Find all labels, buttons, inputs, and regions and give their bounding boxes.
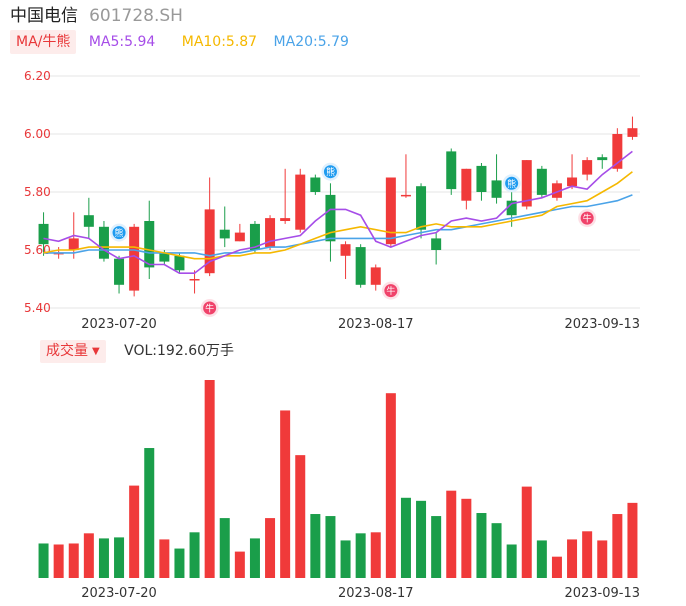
volume-bar-up: [521, 486, 532, 578]
volume-bar-down: [536, 540, 547, 578]
candle-down: [219, 229, 230, 239]
x-tick-label: 2023-09-13: [564, 317, 640, 332]
volume-bar-down: [249, 538, 260, 578]
volume-bar-up: [159, 539, 170, 578]
x-tick-label: 2023-07-20: [81, 586, 157, 601]
volume-bar-down: [219, 518, 230, 578]
signal-label: 牛: [583, 213, 592, 225]
signal-label: 熊: [507, 178, 516, 190]
candle-up: [582, 160, 593, 175]
volume-bar-up: [612, 514, 623, 578]
candle-down: [597, 157, 608, 161]
volume-bar-up: [627, 502, 638, 578]
candle-down: [310, 177, 321, 192]
volume-bar-down: [38, 543, 49, 578]
volume-bar-down: [144, 448, 155, 578]
volume-bar-up: [582, 531, 593, 578]
candle-down: [416, 186, 427, 230]
candle-up: [370, 267, 381, 285]
volume-bar-up: [551, 556, 562, 578]
candle-up: [340, 244, 351, 256]
x-tick-label: 2023-08-17: [338, 317, 414, 332]
candle-down: [491, 180, 502, 198]
candle-up: [234, 232, 245, 242]
volume-bar-up: [204, 380, 215, 578]
y-tick-label: 6.20: [24, 69, 51, 83]
volume-bar-up: [385, 393, 396, 578]
volume-bar-down: [98, 538, 109, 578]
volume-bar-up: [53, 544, 64, 578]
volume-bar-down: [310, 514, 321, 578]
volume-bar-up: [234, 551, 245, 578]
volume-bar-up: [68, 543, 79, 578]
volume-bar-up: [129, 485, 140, 578]
volume-bar-up: [370, 532, 381, 578]
candle-down: [98, 226, 109, 259]
y-tick-label: 5.80: [24, 185, 51, 199]
candle-up: [627, 128, 638, 137]
candle-down: [446, 151, 457, 190]
candle-down: [355, 247, 366, 285]
signal-label: 牛: [386, 285, 395, 297]
volume-bar-down: [476, 513, 487, 578]
x-tick-label: 2023-07-20: [81, 317, 157, 332]
candle-down: [431, 238, 442, 250]
x-tick-label: 2023-08-17: [338, 586, 414, 601]
signal-label: 熊: [115, 227, 124, 239]
candle-up: [280, 218, 291, 221]
volume-bar-up: [295, 455, 306, 578]
volume-bar-up: [461, 498, 472, 578]
volume-bar-down: [174, 548, 185, 578]
volume-bar-down: [431, 516, 442, 578]
candle-up: [461, 168, 472, 201]
volume-bar-down: [491, 523, 502, 578]
candle-up: [400, 194, 411, 197]
signal-label: 牛: [205, 303, 214, 315]
y-tick-label: 5.40: [24, 301, 51, 315]
volume-bar-down: [355, 533, 366, 578]
candle-down: [536, 168, 547, 195]
volume-bar-up: [567, 539, 578, 578]
candle-up: [189, 279, 200, 281]
volume-bar-up: [83, 533, 94, 578]
volume-bar-down: [189, 532, 200, 578]
volume-bar-up: [265, 518, 276, 578]
volume-bar-down: [114, 537, 125, 578]
candle-down: [174, 255, 185, 271]
volume-bar-up: [446, 490, 457, 578]
x-tick-label: 2023-09-13: [564, 586, 640, 601]
volume-bar-down: [325, 516, 336, 578]
candle-down: [114, 258, 125, 285]
volume-bar-up: [280, 410, 291, 578]
stock-chart[interactable]: 6.206.005.805.605.40熊牛熊牛熊牛2023-07-20 2023…: [0, 0, 686, 606]
volume-bar-down: [416, 500, 427, 578]
candle-down: [144, 221, 155, 268]
candle-up: [567, 177, 578, 187]
candle-down: [476, 165, 487, 192]
volume-bar-down: [340, 540, 351, 578]
candle-up: [295, 174, 306, 230]
signal-label: 熊: [326, 166, 335, 178]
volume-bar-down: [400, 497, 411, 578]
y-tick-label: 6.00: [24, 127, 51, 141]
candle-up: [68, 238, 79, 250]
volume-bar-up: [597, 540, 608, 578]
y-tick-label: 5.60: [24, 243, 51, 257]
volume-bar-down: [506, 544, 517, 578]
candle-down: [38, 223, 49, 245]
candle-down: [83, 215, 94, 227]
candle-up: [385, 177, 396, 245]
